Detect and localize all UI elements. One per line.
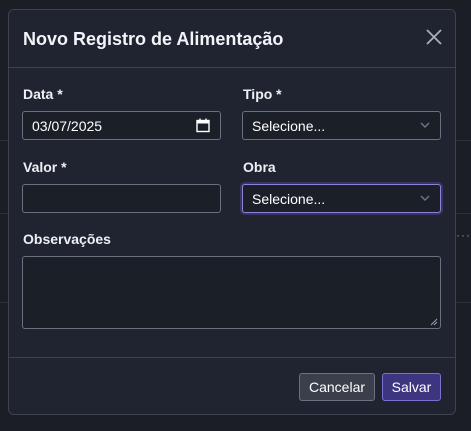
type-label: Tipo *: [243, 86, 282, 102]
close-button[interactable]: [424, 27, 444, 47]
new-meal-record-dialog: Novo Registro de Alimentação Data * 03/0…: [8, 9, 456, 415]
notes-textarea[interactable]: [22, 256, 441, 329]
resize-handle-icon[interactable]: [430, 318, 438, 326]
type-selected-value: Selecione...: [252, 118, 326, 134]
amount-label: Valor *: [23, 159, 67, 175]
type-select[interactable]: Selecione...: [242, 111, 441, 140]
date-input[interactable]: 03/07/2025: [22, 111, 221, 140]
site-label: Obra: [243, 159, 276, 175]
site-selected-value: Selecione...: [252, 191, 326, 207]
dialog-title: Novo Registro de Alimentação: [23, 29, 284, 49]
close-icon: [426, 29, 442, 45]
chevron-down-icon: [420, 122, 430, 128]
background-more-icon: ···: [456, 228, 471, 242]
site-select[interactable]: Selecione...: [242, 184, 441, 213]
notes-label: Observações: [23, 231, 111, 247]
footer-divider: [9, 357, 455, 358]
chevron-down-icon: [420, 195, 430, 201]
calendar-icon[interactable]: [196, 118, 210, 133]
cancel-button[interactable]: Cancelar: [299, 373, 375, 401]
amount-input[interactable]: [22, 184, 221, 213]
dialog-header: Novo Registro de Alimentação: [9, 10, 455, 68]
save-button[interactable]: Salvar: [382, 373, 441, 401]
date-value: 03/07/2025: [32, 118, 103, 134]
date-label: Data *: [23, 86, 63, 102]
